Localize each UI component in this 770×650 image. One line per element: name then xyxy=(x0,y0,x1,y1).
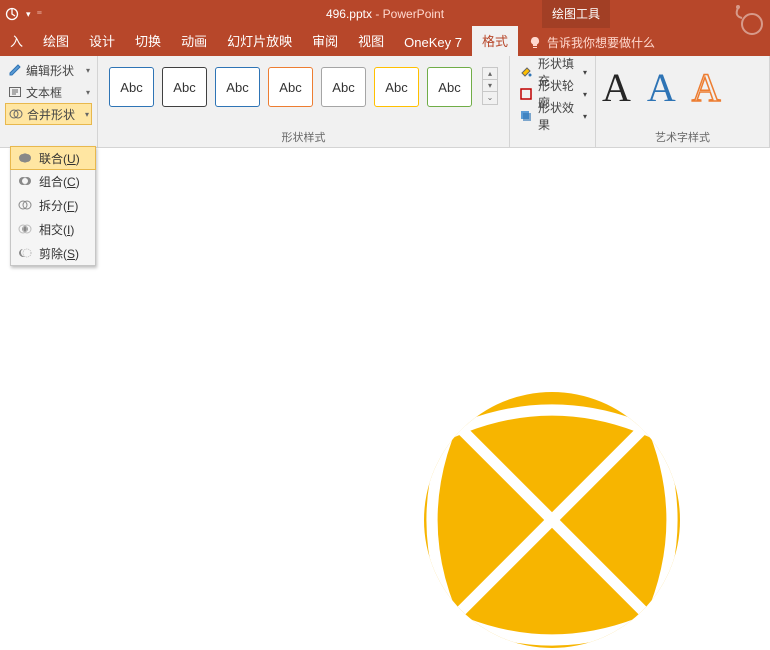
chevron-down-icon: ▾ xyxy=(86,88,90,97)
merge-combine-item[interactable]: 组合(C) xyxy=(11,169,95,193)
shape-style-preset[interactable]: Abc xyxy=(374,67,419,107)
combine-icon xyxy=(17,173,33,189)
menu-item-label: 组合(C) xyxy=(39,173,80,190)
globe-shape[interactable] xyxy=(422,390,682,650)
corner-watermark-icon xyxy=(732,4,766,38)
merge-shapes-icon xyxy=(8,106,24,122)
shape-styles-group-label: 形状样式 xyxy=(103,127,504,145)
wordart-preset[interactable]: A xyxy=(692,64,721,111)
chevron-down-icon: ▾ xyxy=(583,90,587,99)
tell-me-search[interactable]: 告诉我你想要做什么 xyxy=(518,29,665,56)
tab-animations[interactable]: 动画 xyxy=(171,26,217,56)
union-icon xyxy=(17,150,33,166)
shape-style-preset[interactable]: Abc xyxy=(109,67,154,107)
merge-union-item[interactable]: 联合(U) xyxy=(10,146,96,170)
outline-icon xyxy=(518,86,534,102)
wordart-group-label: 艺术字样式 xyxy=(602,127,763,145)
tab-design[interactable]: 设计 xyxy=(79,26,125,56)
window-title: 496.pptx - PowerPoint xyxy=(326,7,444,21)
fragment-icon xyxy=(17,197,33,213)
tab-onekey[interactable]: OneKey 7 xyxy=(394,30,472,56)
ribbon-tabs: 入 绘图 设计 切换 动画 幻灯片放映 审阅 视图 OneKey 7 格式 告诉… xyxy=(0,28,770,56)
edit-shape-button[interactable]: 编辑形状 ▾ xyxy=(5,59,92,81)
insert-shapes-group: 编辑形状 ▾ 文本框 ▾ 合并形状 ▾ xyxy=(0,56,98,147)
chevron-down-icon: ▾ xyxy=(583,68,587,77)
quick-access-toolbar: ▾ ⁼ xyxy=(0,6,42,22)
subtract-icon xyxy=(17,245,33,261)
effects-icon xyxy=(518,108,534,124)
app-name: PowerPoint xyxy=(383,7,444,21)
wordart-preset[interactable]: A xyxy=(602,64,631,111)
edit-shape-label: 编辑形状 xyxy=(26,62,74,79)
chevron-down-icon: ▾ xyxy=(85,110,89,119)
tab-insert-partial[interactable]: 入 xyxy=(0,26,33,56)
menu-item-label: 相交(I) xyxy=(39,221,74,238)
tab-review[interactable]: 审阅 xyxy=(302,26,348,56)
slide-canvas[interactable] xyxy=(12,150,770,539)
chevron-down-icon: ▾ xyxy=(86,66,90,75)
gallery-up-icon[interactable]: ▴ xyxy=(483,68,497,80)
shape-style-preset[interactable]: Abc xyxy=(321,67,366,107)
shape-style-preset[interactable]: Abc xyxy=(162,67,207,107)
touch-mode-icon[interactable] xyxy=(4,6,20,22)
shape-style-preset[interactable]: Abc xyxy=(268,67,313,107)
intersect-icon xyxy=(17,221,33,237)
gallery-scroll-controls: ▴ ▾ ⌄ xyxy=(482,67,498,105)
title-bar: ▾ ⁼ 496.pptx - PowerPoint 绘图工具 xyxy=(0,0,770,28)
fill-icon xyxy=(518,64,534,80)
shape-style-gallery: Abc Abc Abc Abc Abc Abc Abc ▴ ▾ ⌄ xyxy=(103,59,504,107)
merge-shapes-button[interactable]: 合并形状 ▾ xyxy=(5,103,92,125)
text-box-label: 文本框 xyxy=(26,84,62,101)
wordart-gallery: A A A xyxy=(602,64,763,111)
tab-transitions[interactable]: 切换 xyxy=(125,26,171,56)
gallery-down-icon[interactable]: ▾ xyxy=(483,80,497,92)
shape-styles-group: Abc Abc Abc Abc Abc Abc Abc ▴ ▾ ⌄ 形状样式 xyxy=(98,56,510,147)
text-box-button[interactable]: 文本框 ▾ xyxy=(5,81,92,103)
contextual-tab-header: 绘图工具 xyxy=(542,0,610,28)
menu-item-label: 联合(U) xyxy=(39,150,80,167)
tab-slideshow[interactable]: 幻灯片放映 xyxy=(217,26,302,56)
shape-effects-label: 形状效果 xyxy=(538,99,577,133)
merge-intersect-item[interactable]: 相交(I) xyxy=(11,217,95,241)
merge-fragment-item[interactable]: 拆分(F) xyxy=(11,193,95,217)
shape-format-group: 形状填充▾ 形状轮廓▾ 形状效果▾ xyxy=(510,56,596,147)
wordart-preset[interactable]: A xyxy=(647,64,676,111)
edit-shape-icon xyxy=(7,62,23,78)
text-box-icon xyxy=(7,84,23,100)
document-filename: 496.pptx xyxy=(326,7,372,21)
tell-me-placeholder: 告诉我你想要做什么 xyxy=(547,34,655,51)
chevron-down-icon: ▾ xyxy=(583,112,587,121)
merge-shapes-menu: 联合(U) 组合(C) 拆分(F) 相交(I) 剪除(S) xyxy=(10,146,96,266)
shape-effects-button[interactable]: 形状效果▾ xyxy=(518,105,587,127)
tab-view[interactable]: 视图 xyxy=(348,26,394,56)
menu-item-label: 拆分(F) xyxy=(39,197,78,214)
tab-draw[interactable]: 绘图 xyxy=(33,26,79,56)
merge-subtract-item[interactable]: 剪除(S) xyxy=(11,241,95,265)
qat-separator: ⁼ xyxy=(37,8,43,21)
menu-item-label: 剪除(S) xyxy=(39,245,79,262)
app-name-sep: - xyxy=(372,7,383,21)
merge-shapes-label: 合并形状 xyxy=(27,106,75,123)
ribbon: 编辑形状 ▾ 文本框 ▾ 合并形状 ▾ Abc Abc Abc Abc Abc … xyxy=(0,56,770,148)
shape-style-preset[interactable]: Abc xyxy=(427,67,472,107)
wordart-styles-group: A A A 艺术字样式 xyxy=(596,56,770,147)
gallery-more-icon[interactable]: ⌄ xyxy=(483,92,497,104)
qat-dropdown-icon[interactable]: ▾ xyxy=(26,9,31,20)
bulb-icon xyxy=(528,36,542,50)
tab-format[interactable]: 格式 xyxy=(472,26,518,56)
shape-style-preset[interactable]: Abc xyxy=(215,67,260,107)
